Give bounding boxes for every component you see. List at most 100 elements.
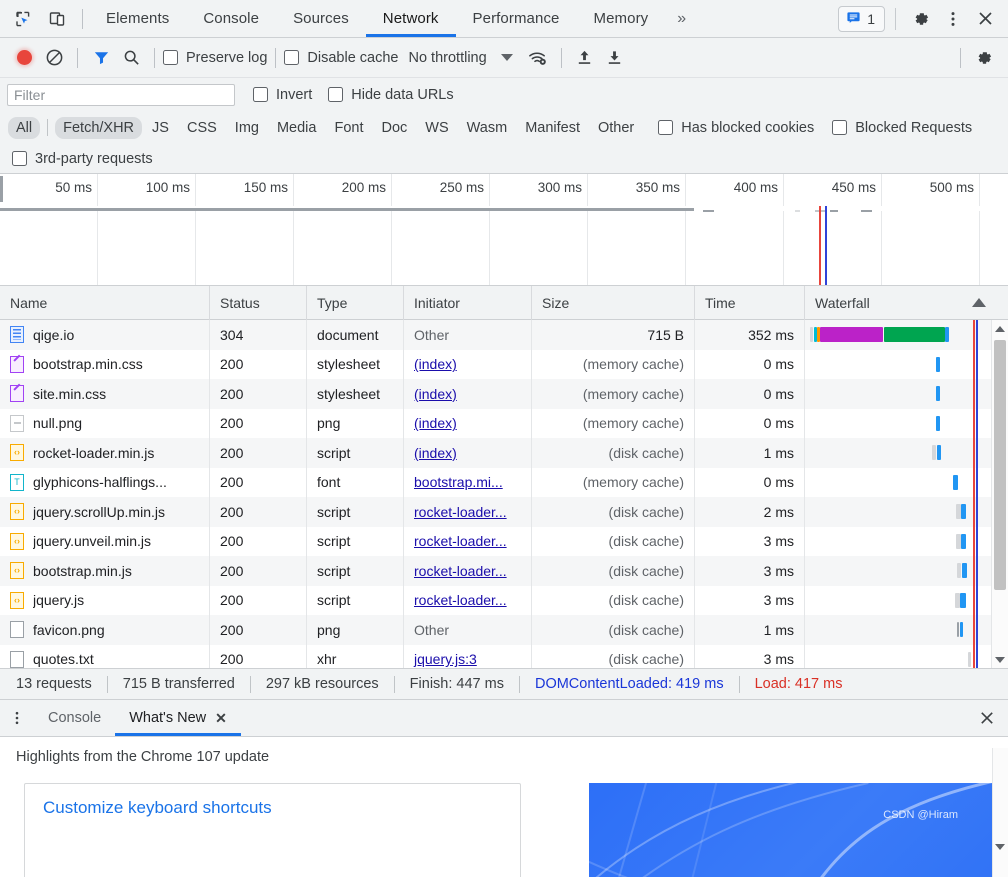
cell-status: 200 <box>210 615 307 645</box>
cell-initiator[interactable]: rocket-loader... <box>404 556 532 586</box>
devtools-window: Elements Console Sources Network Perform… <box>0 0 1008 877</box>
type-filter-ws[interactable]: WS <box>417 117 456 139</box>
inspect-element-icon[interactable] <box>10 6 36 32</box>
column-header-time[interactable]: Time <box>695 286 805 320</box>
filter-input[interactable] <box>7 83 235 106</box>
type-filter-font[interactable]: Font <box>326 117 371 139</box>
table-row[interactable]: ‹› jquery.js 200 script rocket-loader...… <box>0 585 1008 615</box>
cell-initiator[interactable]: bootstrap.mi... <box>404 467 532 497</box>
table-row[interactable]: qige.io 304 document Other 715 B 352 ms <box>0 320 1008 350</box>
cell-initiator[interactable]: (index) <box>404 349 532 379</box>
record-button[interactable] <box>9 43 39 73</box>
sort-ascending-icon <box>972 298 986 307</box>
initiator-link[interactable]: (index) <box>414 415 457 431</box>
preserve-log-checkbox[interactable]: Preserve log <box>163 50 267 66</box>
initiator-link[interactable]: rocket-loader... <box>414 504 507 520</box>
initiator-link[interactable]: bootstrap.mi... <box>414 474 503 490</box>
table-row[interactable]: null.png 200 png (index) (memory cache) … <box>0 408 1008 438</box>
type-filter-css[interactable]: CSS <box>179 117 225 139</box>
drawer-tab-whats-new[interactable]: What's New ✕ <box>115 700 241 736</box>
cell-initiator[interactable]: (index) <box>404 408 532 438</box>
tab-memory[interactable]: Memory <box>577 0 666 37</box>
throttling-select[interactable]: No throttling <box>408 50 486 66</box>
device-toolbar-icon[interactable] <box>44 6 70 32</box>
column-header-waterfall[interactable]: Waterfall <box>805 286 1008 320</box>
cell-initiator[interactable]: rocket-loader... <box>404 526 532 556</box>
drawer-tab-console[interactable]: Console <box>34 700 115 736</box>
clear-button[interactable] <box>39 43 69 73</box>
type-filter-all[interactable]: All <box>8 116 41 139</box>
tab-sources[interactable]: Sources <box>276 0 366 37</box>
tab-performance[interactable]: Performance <box>456 0 577 37</box>
drawer-scrollbar[interactable] <box>992 748 1008 877</box>
column-header-size[interactable]: Size <box>532 286 695 320</box>
table-row[interactable]: favicon.png 200 png Other (disk cache) 1… <box>0 615 1008 645</box>
close-icon[interactable]: ✕ <box>215 710 227 727</box>
message-count-chip[interactable]: 1 <box>838 5 885 32</box>
initiator-link[interactable]: (index) <box>414 356 457 372</box>
type-filter-media[interactable]: Media <box>269 117 325 139</box>
initiator-link[interactable]: (index) <box>414 386 457 402</box>
column-header-name[interactable]: Name <box>0 286 210 320</box>
cell-initiator[interactable]: rocket-loader... <box>404 497 532 527</box>
table-row[interactable]: ‹› jquery.unveil.min.js 200 script rocke… <box>0 526 1008 556</box>
initiator-link[interactable]: rocket-loader... <box>414 563 507 579</box>
import-har-button[interactable] <box>570 43 600 73</box>
initiator-link[interactable]: jquery.js:3 <box>414 651 477 667</box>
table-row[interactable]: ‹› rocket-loader.min.js 200 script (inde… <box>0 438 1008 468</box>
network-conditions-button[interactable] <box>523 43 553 73</box>
type-filter-manifest[interactable]: Manifest <box>517 117 588 139</box>
type-filter-fetch-xhr[interactable]: Fetch/XHR <box>55 116 143 139</box>
cell-initiator[interactable]: (index) <box>404 438 532 468</box>
chevron-down-icon[interactable] <box>500 54 513 61</box>
gear-icon[interactable] <box>906 4 936 34</box>
type-filter-wasm[interactable]: Wasm <box>459 117 516 139</box>
network-settings-button[interactable] <box>969 43 999 73</box>
table-row[interactable]: quotes.txt 200 xhr jquery.js:3 (disk cac… <box>0 644 1008 668</box>
disable-cache-checkbox[interactable]: Disable cache <box>284 50 398 66</box>
has-blocked-cookies-checkbox[interactable]: Has blocked cookies <box>658 120 814 136</box>
network-overview[interactable]: 50 ms 100 ms 150 ms 200 ms 250 ms 300 ms… <box>0 174 1008 286</box>
initiator-link[interactable]: rocket-loader... <box>414 592 507 608</box>
type-filter-doc[interactable]: Doc <box>373 117 415 139</box>
type-filter-other[interactable]: Other <box>590 117 642 139</box>
search-button[interactable] <box>116 43 146 73</box>
hide-data-urls-checkbox[interactable]: Hide data URLs <box>328 87 454 103</box>
initiator-link[interactable]: rocket-loader... <box>414 533 507 549</box>
third-party-requests-checkbox[interactable]: 3rd-party requests <box>12 151 153 167</box>
cell-initiator[interactable]: rocket-loader... <box>404 585 532 615</box>
tab-console[interactable]: Console <box>186 0 276 37</box>
scroll-up-button[interactable] <box>992 320 1008 337</box>
column-header-initiator[interactable]: Initiator <box>404 286 532 320</box>
drawer-close-button[interactable] <box>978 700 1008 736</box>
table-row[interactable]: site.min.css 200 stylesheet (index) (mem… <box>0 379 1008 409</box>
table-row[interactable]: ‹› jquery.scrollUp.min.js 200 script roc… <box>0 497 1008 527</box>
column-header-status[interactable]: Status <box>210 286 307 320</box>
whats-new-card[interactable]: Customize keyboard shortcuts <box>24 783 521 877</box>
chevron-down-icon[interactable] <box>995 844 1005 850</box>
tab-network[interactable]: Network <box>365 0 456 37</box>
column-header-type[interactable]: Type <box>307 286 404 320</box>
type-filter-img[interactable]: Img <box>227 117 267 139</box>
close-icon[interactable] <box>970 4 1000 34</box>
tick-label: 100 ms <box>145 180 190 195</box>
export-har-button[interactable] <box>600 43 630 73</box>
more-tabs-button[interactable]: » <box>665 0 698 37</box>
cell-initiator[interactable]: jquery.js:3 <box>404 644 532 668</box>
type-filter-js[interactable]: JS <box>144 117 177 139</box>
drawer-menu-button[interactable] <box>0 700 34 736</box>
whats-new-card-title[interactable]: Customize keyboard shortcuts <box>43 798 502 818</box>
table-row[interactable]: T glyphicons-halflings... 200 font boots… <box>0 467 1008 497</box>
scroll-down-button[interactable] <box>992 651 1008 668</box>
table-row[interactable]: bootstrap.min.css 200 stylesheet (index)… <box>0 349 1008 379</box>
initiator-link[interactable]: (index) <box>414 445 457 461</box>
kebab-menu-icon[interactable] <box>938 4 968 34</box>
cell-initiator[interactable]: (index) <box>404 379 532 409</box>
scrollbar-thumb[interactable] <box>994 340 1006 590</box>
table-row[interactable]: ‹› bootstrap.min.js 200 script rocket-lo… <box>0 556 1008 586</box>
invert-checkbox[interactable]: Invert <box>253 87 312 103</box>
table-scrollbar[interactable] <box>991 320 1008 668</box>
filter-toggle-button[interactable] <box>86 43 116 73</box>
tab-elements[interactable]: Elements <box>89 0 186 37</box>
blocked-requests-checkbox[interactable]: Blocked Requests <box>832 120 972 136</box>
